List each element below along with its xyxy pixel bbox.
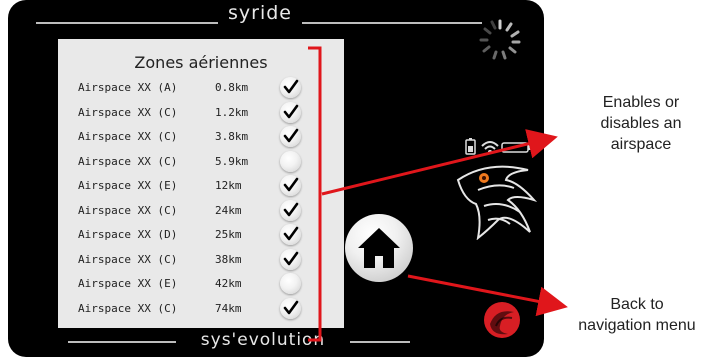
- annotation-toggle: Enables or disables an airspace: [566, 92, 716, 155]
- annotation-back-line: Back to: [610, 296, 664, 313]
- toggle-arrow: [321, 129, 558, 196]
- annotation-toggle-line: disables an: [600, 115, 682, 132]
- annotation-back-line: navigation menu: [578, 317, 696, 334]
- annotation-back: Back to navigation menu: [552, 294, 722, 336]
- bracket-line: [308, 46, 322, 342]
- annotation-toggle-line: airspace: [610, 136, 672, 153]
- home-arrow: [407, 274, 568, 317]
- annotation-toggle-line: Enables or: [602, 94, 680, 111]
